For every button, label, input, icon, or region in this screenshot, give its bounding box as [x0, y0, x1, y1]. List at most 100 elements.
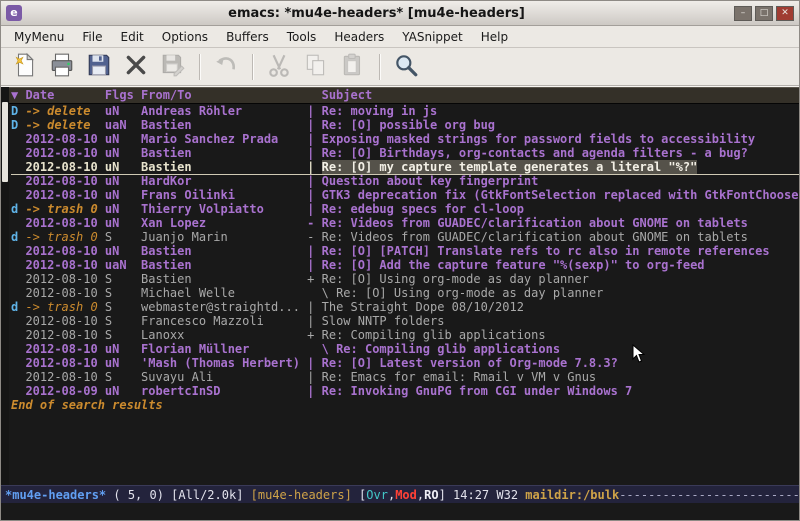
minimize-button[interactable]: – — [734, 6, 752, 21]
flags-cell: uN — [105, 132, 141, 146]
menu-yasnippet[interactable]: YASnippet — [393, 28, 472, 46]
print-button[interactable] — [46, 51, 78, 83]
flags-cell: uN — [105, 146, 141, 160]
col-header-subject[interactable]: Subject — [307, 88, 799, 103]
message-row[interactable]: 2012-08-10uNBastien| Re: [O] [PATCH] Tra… — [11, 244, 799, 258]
save-as-icon — [160, 52, 186, 81]
buffer-window: ▼ Date Flgs From/To Subject D-> deleteuN… — [1, 87, 799, 485]
echo-area[interactable] — [1, 503, 799, 520]
message-row[interactable]: 2012-08-10uNBastien| Re: [O] Birthdays, … — [11, 146, 799, 160]
thread-prefix: \ — [307, 286, 336, 300]
save-as-button[interactable] — [157, 51, 189, 83]
cut-button[interactable] — [263, 51, 295, 83]
subject-text: Exposing masked strings for password fie… — [322, 132, 755, 146]
menu-mymenu[interactable]: MyMenu — [5, 28, 73, 46]
from-cell: Bastien — [141, 146, 307, 160]
thread-prefix: | — [307, 118, 321, 132]
menu-tools[interactable]: Tools — [278, 28, 326, 46]
undo-icon — [213, 52, 239, 81]
undo-button[interactable] — [210, 51, 242, 83]
new-file-icon — [12, 52, 38, 81]
message-row[interactable]: 2012-08-10SBastien+ Re: [O] Using org-mo… — [11, 272, 799, 286]
from-cell: Thierry Volpiatto — [141, 202, 307, 216]
close-button[interactable] — [120, 51, 152, 83]
date-cell: -> delete — [25, 118, 104, 132]
date-cell: 2012-08-09 — [25, 384, 104, 398]
copy-icon — [303, 52, 329, 81]
scrollbar[interactable] — [1, 87, 9, 485]
flags-cell: S — [105, 286, 141, 300]
subject-cell: | Re: [O] possible org bug — [307, 118, 799, 132]
menu-headers[interactable]: Headers — [325, 28, 393, 46]
from-cell: Michael Welle — [141, 286, 307, 300]
date-cell: 2012-08-10 — [25, 342, 104, 356]
paste-button[interactable] — [337, 51, 369, 83]
col-header-from[interactable]: From/To — [141, 88, 307, 103]
mark-flag — [11, 160, 25, 174]
subject-text: Re: [O] Using org-mode as day planner — [336, 286, 603, 300]
subject-text: Re: Emacs for email: Rmail v VM v Gnus — [322, 370, 597, 384]
mark-flag — [11, 188, 25, 202]
flags-cell: uN — [105, 216, 141, 230]
message-row[interactable]: d-> trash 0Swebmaster@straightd...| The … — [11, 300, 799, 314]
mark-flag: d — [11, 230, 25, 244]
message-row[interactable]: 2012-08-10uNFlorian Müllner \ Re: Compil… — [11, 342, 799, 356]
header-line: ▼ Date Flgs From/To Subject — [9, 87, 799, 104]
menu-buffers[interactable]: Buffers — [217, 28, 278, 46]
message-row[interactable]: 2012-08-10uN'Mash (Thomas Herbert)| Re: … — [11, 356, 799, 370]
close-button[interactable]: ✕ — [776, 6, 794, 21]
scrollbar-thumb[interactable] — [2, 102, 8, 182]
search-button[interactable] — [390, 51, 422, 83]
menu-edit[interactable]: Edit — [112, 28, 153, 46]
flags-cell: S — [105, 328, 141, 342]
flags-cell: uN — [105, 174, 141, 188]
date-cell: 2012-08-10 — [25, 132, 104, 146]
modeline-segment-plain: [ — [352, 488, 366, 502]
thread-prefix: | — [307, 174, 321, 188]
subject-text: GTK3 deprecation fix (GtkFontSelection r… — [322, 188, 799, 202]
message-row[interactable]: D-> deleteuNAndreas Röhler| Re: moving i… — [11, 104, 799, 118]
subject-text: Re: [O] Add the capture feature "%(sexp)… — [322, 258, 705, 272]
date-cell: 2012-08-10 — [25, 174, 104, 188]
message-row[interactable]: 2012-08-10uNMario Sanchez Prada| Exposin… — [11, 132, 799, 146]
message-row[interactable]: D-> deleteuaNBastien| Re: [O] possible o… — [11, 118, 799, 132]
message-row[interactable]: 2012-08-10SLanoxx+ Re: Compiling glib ap… — [11, 328, 799, 342]
subject-cell: + Re: Compiling glib applications — [307, 328, 799, 342]
message-row[interactable]: 2012-08-10SMichael Welle \ Re: [O] Using… — [11, 286, 799, 300]
copy-button[interactable] — [300, 51, 332, 83]
modeline-segment-dashes: ----------------------------------------… — [619, 488, 799, 502]
menu-file[interactable]: File — [73, 28, 111, 46]
message-row[interactable]: 2012-08-10uNBastien| Re: [O] my capture … — [11, 160, 799, 174]
from-cell: robertcInSD — [141, 384, 307, 398]
col-header-date[interactable]: ▼ Date — [11, 88, 105, 103]
message-row[interactable]: 2012-08-10SSuvayu Ali| Re: Emacs for ema… — [11, 370, 799, 384]
subject-text: Re: Compiling glib applications — [336, 342, 560, 356]
message-row[interactable]: d-> trash 0uNThierry Volpiatto| Re: edeb… — [11, 202, 799, 216]
menu-options[interactable]: Options — [153, 28, 217, 46]
new-file-button[interactable] — [9, 51, 41, 83]
thread-prefix: + — [307, 328, 321, 342]
menu-help[interactable]: Help — [472, 28, 517, 46]
mu4e-headers-buffer: ▼ Date Flgs From/To Subject D-> deleteuN… — [9, 87, 799, 485]
message-row[interactable]: 2012-08-09uNrobertcInSD| Re: Invoking Gn… — [11, 384, 799, 398]
subject-text: Re: [O] my capture template generates a … — [322, 160, 698, 174]
emacs-window: e emacs: *mu4e-headers* [mu4e-headers] –… — [0, 0, 800, 521]
flags-cell: S — [105, 230, 141, 244]
message-row[interactable]: 2012-08-10uNXan Lopez- Re: Videos from G… — [11, 216, 799, 230]
subject-text: Re: [O] Latest version of Org-mode 7.8.3… — [322, 356, 618, 370]
from-cell: 'Mash (Thomas Herbert) — [141, 356, 307, 370]
save-button[interactable] — [83, 51, 115, 83]
message-row[interactable]: 2012-08-10uNFrans Oilinki| GTK3 deprecat… — [11, 188, 799, 202]
menu-bar: MyMenuFileEditOptionsBuffersToolsHeaders… — [1, 26, 799, 48]
date-cell: 2012-08-10 — [25, 244, 104, 258]
emacs-icon: e — [6, 5, 22, 21]
mark-flag — [11, 244, 25, 258]
toolbar-separator — [379, 54, 381, 80]
date-cell: 2012-08-10 — [25, 216, 104, 230]
message-row[interactable]: d-> trash 0SJuanjo Marin- Re: Videos fro… — [11, 230, 799, 244]
message-row[interactable]: 2012-08-10uNHardKor| Question about key … — [11, 174, 799, 188]
message-row[interactable]: 2012-08-10SFrancesco Mazzoli| Slow NNTP … — [11, 314, 799, 328]
col-header-flags[interactable]: Flgs — [105, 88, 141, 103]
message-row[interactable]: 2012-08-10uaNBastien| Re: [O] Add the ca… — [11, 258, 799, 272]
maximize-button[interactable]: □ — [755, 6, 773, 21]
